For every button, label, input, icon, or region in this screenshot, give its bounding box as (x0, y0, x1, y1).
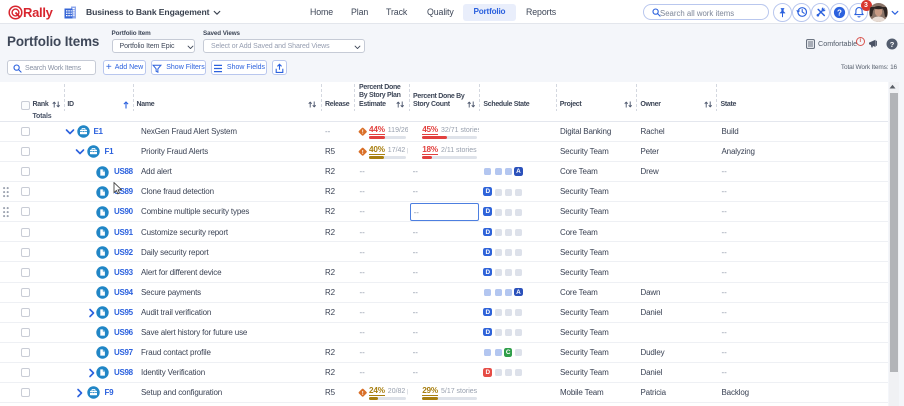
svg-text:!: ! (362, 391, 364, 397)
svg-text:!: ! (362, 150, 364, 156)
svg-text:!: ! (362, 130, 364, 136)
svg-text:?: ? (890, 39, 895, 48)
svg-text:?: ? (837, 8, 842, 17)
